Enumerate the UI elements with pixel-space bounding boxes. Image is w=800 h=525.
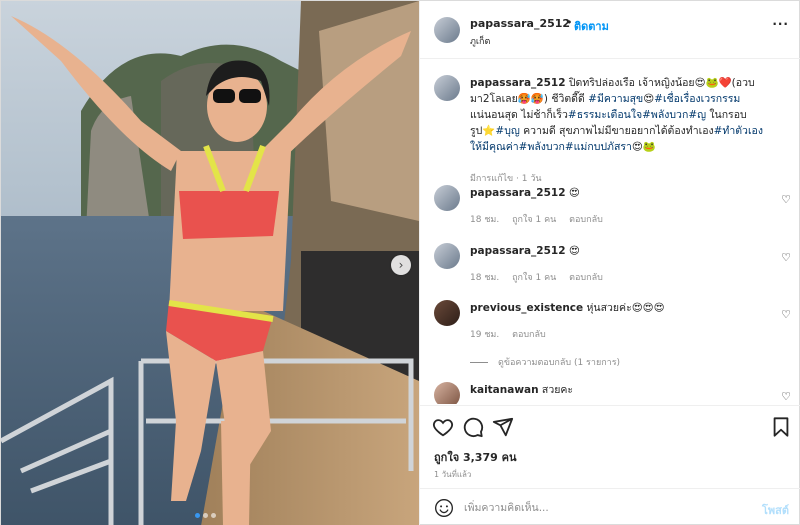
emoji-picker-icon[interactable] (434, 498, 454, 518)
commenter-username[interactable]: kaitanawan (470, 384, 539, 396)
view-replies-button[interactable]: ดูข้อความตอบกลับ (1 รายการ) (470, 355, 620, 369)
post-actions: ถูกใจ 3,379 คน 1 วันที่แล้ว (420, 405, 800, 487)
comment-composer: โพสต์ (420, 488, 800, 525)
more-options-button[interactable]: ··· (772, 17, 789, 31)
replies-divider (470, 361, 488, 363)
commenter-username[interactable]: previous_existence (470, 302, 583, 314)
comment-text: kaitanawan สวยคะ (470, 384, 574, 396)
hashtag[interactable]: #พลังบวก (642, 109, 688, 121)
commenter-username[interactable]: papassara_2512 (470, 187, 566, 199)
carousel-indicator (195, 513, 216, 518)
like-count[interactable]: ถูกใจ 3,379 คน (434, 448, 516, 466)
comment-like-heart-icon[interactable]: ♡ (781, 308, 791, 321)
commenter-avatar[interactable] (434, 243, 460, 269)
comment-like-count[interactable]: ถูกใจ 1 คน (512, 215, 556, 225)
post-comment-button[interactable]: โพสต์ (762, 501, 789, 519)
save-bookmark-icon[interactable] (770, 416, 792, 438)
hashtag[interactable]: #พลังบวก (519, 141, 565, 153)
comment-meta: 19 ชม. ตอบกลับ (470, 327, 556, 341)
hashtag[interactable]: #ญ (688, 109, 706, 121)
comment-time[interactable]: 18 ชม. (470, 273, 499, 283)
share-send-icon[interactable] (492, 416, 514, 438)
post-header: papassara_2512 • ติดตาม ภูเก็ต ··· (420, 1, 800, 59)
carousel-dot (203, 513, 208, 518)
comment-like-heart-icon[interactable]: ♡ (781, 390, 791, 403)
comment-time[interactable]: 19 ชม. (470, 330, 499, 340)
comment-input[interactable] (464, 498, 734, 518)
comment-time[interactable]: 18 ชม. (470, 215, 499, 225)
view-replies-label: ดูข้อความตอบกลับ (1 รายการ) (498, 358, 621, 368)
post-side-panel: papassara_2512 • ติดตาม ภูเก็ต ··· papas… (419, 1, 800, 525)
hashtag[interactable]: #ธรรมะเตือนใจ (568, 109, 642, 121)
carousel-next-button[interactable]: › (391, 255, 411, 275)
caption-username[interactable]: papassara_2512 (470, 77, 566, 89)
like-heart-icon[interactable] (432, 416, 454, 438)
comment-text: papassara_2512 😍 (470, 245, 580, 257)
author-username[interactable]: papassara_2512 (470, 17, 570, 30)
comment-text: papassara_2512 😍 (470, 187, 580, 199)
commenter-avatar[interactable] (434, 185, 460, 211)
hashtag[interactable]: #บุญ (495, 125, 519, 137)
reply-button[interactable]: ตอบกลับ (569, 273, 603, 283)
comments-list: papassara_2512 ปิดทริปล่องเรือ เจ้าหญิงน… (420, 59, 800, 404)
author-avatar[interactable] (434, 17, 460, 43)
post-timestamp[interactable]: 1 วันที่แล้ว (434, 468, 471, 481)
follow-button[interactable]: ติดตาม (574, 17, 609, 35)
hashtag[interactable]: #มีความสุข (588, 93, 643, 105)
comment-like-heart-icon[interactable]: ♡ (781, 251, 791, 264)
comment-text: previous_existence หุ่นสวยค่ะ😍😍😍 (470, 302, 665, 314)
post-photo: › (1, 1, 419, 525)
carousel-dot (195, 513, 200, 518)
caption-avatar[interactable] (434, 75, 460, 101)
instagram-post-modal: › papassara_2512 • ติดตาม ภูเก็ต ··· pap… (0, 0, 800, 525)
commenter-username[interactable]: papassara_2512 (470, 245, 566, 257)
comment-bubble-icon[interactable] (462, 416, 484, 438)
reply-button[interactable]: ตอบกลับ (569, 215, 603, 225)
hashtag[interactable]: #เชื่อเรื่องเวรกรรม (654, 93, 740, 105)
reply-button[interactable]: ตอบกลับ (512, 330, 546, 340)
photo-illustration (1, 1, 419, 525)
comment-like-count[interactable]: ถูกใจ 1 คน (512, 273, 556, 283)
commenter-avatar[interactable] (434, 300, 460, 326)
carousel-dot (211, 513, 216, 518)
comment-like-heart-icon[interactable]: ♡ (781, 193, 791, 206)
comment-meta: 18 ชม. ถูกใจ 1 คน ตอบกลับ (470, 212, 613, 226)
caption-meta: มีการแก้ไข · 1 วัน (470, 174, 542, 184)
separator-dot: • (566, 16, 573, 29)
post-location[interactable]: ภูเก็ต (470, 34, 490, 48)
commenter-avatar[interactable] (434, 382, 460, 404)
caption-text: papassara_2512 ปิดทริปล่องเรือ เจ้าหญิงน… (470, 77, 763, 153)
hashtag[interactable]: #แม่กบปภัสรา (565, 141, 632, 153)
comment-meta: 18 ชม. ถูกใจ 1 คน ตอบกลับ (470, 270, 613, 284)
